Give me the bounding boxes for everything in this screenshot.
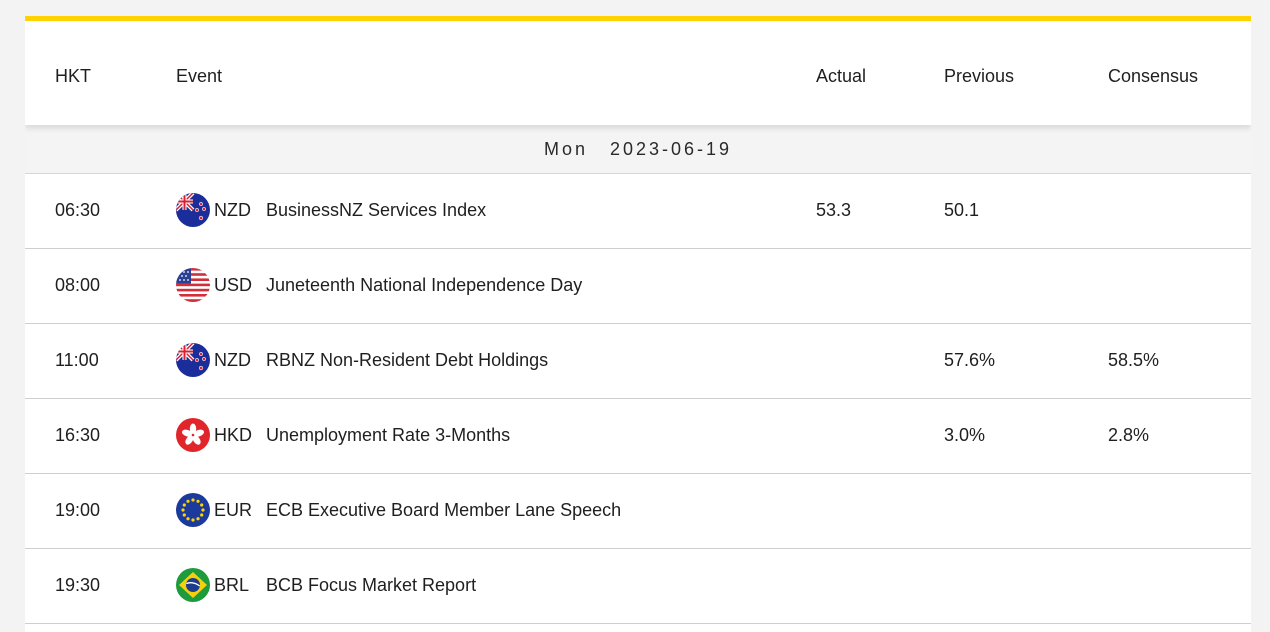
event-time: 08:00: [55, 275, 101, 295]
event-row[interactable]: 08:00 USD Juneteenth National Independen…: [25, 249, 1251, 324]
date-group-weekday: Mon: [543, 138, 588, 159]
eu-flag-icon: [176, 493, 210, 527]
event-name[interactable]: ECB Executive Board Member Lane Speech: [266, 500, 621, 521]
us-flag-icon: [176, 268, 210, 302]
date-group-date: 2023-06-19: [609, 138, 733, 159]
event-name[interactable]: Juneteenth National Independence Day: [266, 275, 582, 296]
event-time: 06:30: [55, 200, 101, 220]
event-cell: NZD BusinessNZ Services Index: [176, 193, 486, 227]
column-header-actual: Actual: [816, 66, 867, 86]
event-name[interactable]: BCB Focus Market Report: [266, 575, 476, 596]
event-currency: BRL: [214, 574, 250, 595]
event-consensus: 58.5%: [1108, 350, 1160, 370]
hk-flag-icon: [176, 418, 210, 452]
event-cell: USD Juneteenth National Independence Day: [176, 268, 582, 302]
event-row[interactable]: 06:30 NZD BusinessNZ Services Index 53.3…: [25, 174, 1251, 249]
event-previous: 50.1: [944, 200, 980, 220]
event-time: 11:00: [55, 350, 99, 370]
event-currency: HKD: [214, 424, 253, 445]
event-currency: NZD: [214, 349, 251, 370]
br-flag-icon: [176, 568, 210, 602]
column-header-event: Event: [176, 66, 223, 86]
table-header: HKT Event Actual Previous Consensus: [25, 21, 1251, 125]
event-cell: HKD Unemployment Rate 3-Months: [176, 418, 510, 452]
event-consensus: 2.8%: [1108, 425, 1150, 445]
event-time: 19:00: [55, 500, 101, 520]
event-actual: 53.3: [816, 200, 852, 220]
date-group-header: Mon 2023-06-19: [25, 125, 1251, 174]
event-row[interactable]: 11:00 NZD RBNZ Non-Resident Debt Holding…: [25, 324, 1251, 399]
nz-flag-icon: [176, 193, 210, 227]
event-cell: EUR ECB Executive Board Member Lane Spee…: [176, 493, 621, 527]
event-row[interactable]: 19:30 BRL BCB Focus Market Report: [25, 549, 1251, 624]
event-currency: NZD: [214, 199, 251, 220]
event-name[interactable]: BusinessNZ Services Index: [266, 200, 486, 221]
event-time: 16:30: [55, 425, 101, 445]
event-row[interactable]: 19:00 EUR ECB Executive Board Member Lan…: [25, 474, 1251, 549]
column-header-time: HKT: [55, 66, 91, 86]
nz-flag-icon: [176, 343, 210, 377]
event-cell: BRL BCB Focus Market Report: [176, 568, 476, 602]
event-time: 19:30: [55, 575, 101, 595]
event-row[interactable]: 16:30 HKD Unemployment Rate 3-Months 3.0…: [25, 399, 1251, 474]
event-previous: 3.0%: [944, 425, 986, 445]
event-name[interactable]: Unemployment Rate 3-Months: [266, 425, 510, 446]
column-header-consensus: Consensus: [1108, 66, 1199, 86]
event-name[interactable]: RBNZ Non-Resident Debt Holdings: [266, 350, 548, 371]
event-list: 06:30 NZD BusinessNZ Services Index 53.3…: [25, 174, 1251, 624]
event-cell: NZD RBNZ Non-Resident Debt Holdings: [176, 343, 548, 377]
column-header-previous: Previous: [944, 66, 1015, 86]
event-currency: USD: [214, 274, 253, 295]
event-previous: 57.6%: [944, 350, 996, 370]
economic-calendar-card: HKT Event Actual Previous Consensus Mon …: [25, 16, 1251, 632]
event-currency: EUR: [214, 499, 253, 520]
